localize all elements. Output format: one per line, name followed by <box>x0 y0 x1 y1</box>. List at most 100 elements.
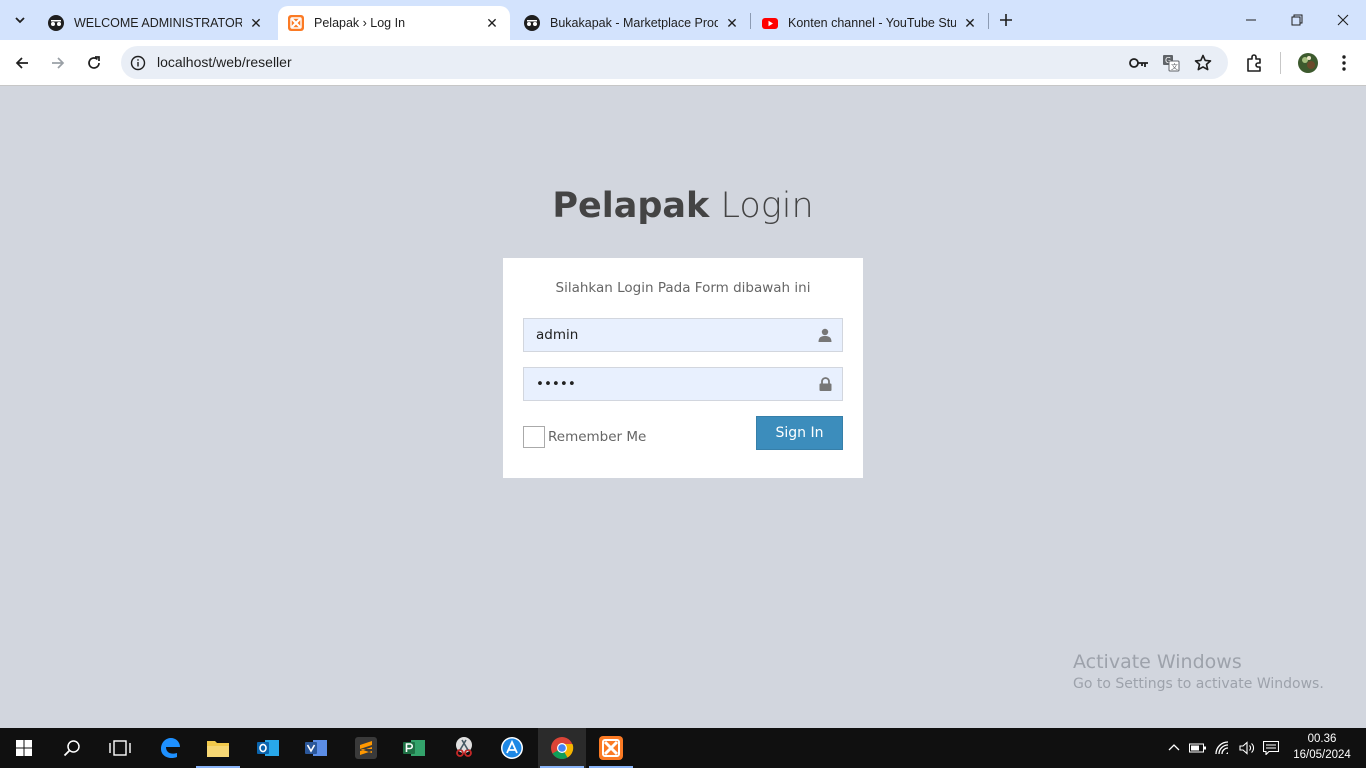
reload-icon <box>88 56 100 69</box>
new-tab-button[interactable] <box>994 8 1018 32</box>
url-text: localhost/web/reseller <box>157 54 292 70</box>
windows-logo-icon <box>16 740 32 756</box>
remember-me: Remember Me <box>523 426 646 448</box>
show-hidden-icons-button[interactable] <box>1164 728 1184 768</box>
restore-icon <box>1291 14 1303 26</box>
search-icon <box>63 740 80 757</box>
tab-title: Konten channel - YouTube Stud <box>788 16 956 30</box>
outlook-icon <box>257 740 279 756</box>
xampp-icon <box>288 15 304 31</box>
clock-time: 00.36 <box>1307 733 1337 745</box>
forward-button[interactable] <box>44 49 72 77</box>
app-store-icon <box>501 737 523 759</box>
watermark-line2: Go to Settings to activate Windows. <box>1073 676 1324 692</box>
profile-avatar[interactable] <box>1296 51 1320 75</box>
battery-tray-button[interactable] <box>1188 728 1208 768</box>
taskbar-outlook[interactable] <box>244 728 292 768</box>
folder-icon <box>207 741 229 757</box>
address-bar[interactable]: localhost/web/reseller G文 <box>121 46 1228 79</box>
taskbar-clock[interactable]: 00.36 16/05/2024 <box>1286 731 1358 763</box>
network-tray-button[interactable] <box>1212 728 1234 768</box>
arrow-left-icon <box>15 57 28 69</box>
plus-icon <box>1000 14 1012 26</box>
chevron-up-icon <box>1168 744 1180 751</box>
notification-icon <box>1263 741 1279 755</box>
taskbar-sublime-text[interactable] <box>342 728 390 768</box>
svg-text:文: 文 <box>1171 62 1178 71</box>
close-tab-icon[interactable]: ✕ <box>724 15 740 31</box>
taskbar-xampp[interactable] <box>587 728 635 768</box>
tab-search-button[interactable] <box>6 7 34 33</box>
more-menu-icon[interactable] <box>1332 51 1356 75</box>
spy-icon <box>48 15 64 31</box>
visio-icon <box>305 740 327 756</box>
tab-bukakapak[interactable]: Bukakapak - Marketplace Produ ✕ <box>514 6 750 40</box>
arrow-right-icon <box>52 57 65 69</box>
site-info-icon[interactable] <box>129 54 147 72</box>
username-input[interactable] <box>524 319 842 351</box>
sign-in-button[interactable]: Sign In <box>756 416 843 450</box>
username-field <box>523 318 843 352</box>
bookmark-star-icon[interactable] <box>1193 53 1213 73</box>
translate-icon[interactable]: G文 <box>1161 53 1181 73</box>
watermark-line1: Activate Windows <box>1073 651 1242 673</box>
speaker-icon <box>1239 741 1254 755</box>
key-icon[interactable] <box>1129 53 1149 73</box>
restore-button[interactable] <box>1274 0 1320 40</box>
close-icon <box>1337 14 1349 26</box>
taskbar-snipping-tool[interactable] <box>440 728 488 768</box>
tab-separator <box>750 13 751 29</box>
back-button[interactable] <box>8 49 36 77</box>
tab-pelapak-login[interactable]: Pelapak › Log In ✕ <box>278 6 510 40</box>
youtube-icon <box>762 15 778 31</box>
sublime-icon <box>355 737 377 759</box>
tab-title: Pelapak › Log In <box>314 16 406 30</box>
reload-button[interactable] <box>80 49 108 77</box>
lock-icon <box>818 377 832 391</box>
taskbar-file-explorer[interactable] <box>194 728 242 768</box>
task-view-icon <box>109 740 131 756</box>
browser-toolbar: localhost/web/reseller G文 <box>0 40 1366 86</box>
volume-tray-button[interactable] <box>1236 728 1258 768</box>
logo-light-text: Login <box>720 186 814 226</box>
wifi-icon <box>1215 741 1229 755</box>
close-tab-icon[interactable]: ✕ <box>248 15 264 31</box>
remember-me-checkbox[interactable] <box>523 426 545 448</box>
tab-title: WELCOME ADMINISTRATOR <box>74 16 242 30</box>
chevron-down-icon <box>15 17 25 24</box>
password-input[interactable] <box>524 368 842 400</box>
activate-windows-watermark: Activate Windows Go to Settings to activ… <box>1073 651 1324 692</box>
taskbar-chrome[interactable] <box>538 728 586 768</box>
tab-strip: WELCOME ADMINISTRATOR ✕ Pelapak › Log In… <box>0 0 1366 40</box>
project-icon <box>403 740 425 756</box>
login-logo: Pelapak Login <box>0 186 1366 226</box>
login-box: Silahkan Login Pada Form dibawah ini Rem… <box>503 258 863 478</box>
login-box-message: Silahkan Login Pada Form dibawah ini <box>555 280 811 296</box>
chrome-icon <box>551 737 574 759</box>
logo-bold-text: Pelapak <box>552 186 710 226</box>
xampp-icon <box>599 736 623 760</box>
remember-me-label: Remember Me <box>548 429 647 445</box>
taskbar-edge[interactable] <box>146 728 194 768</box>
spy-icon <box>524 15 540 31</box>
minimize-button[interactable] <box>1228 0 1274 40</box>
close-tab-icon[interactable]: ✕ <box>962 15 978 31</box>
taskbar-project[interactable] <box>390 728 438 768</box>
close-tab-icon[interactable]: ✕ <box>484 15 500 31</box>
close-window-button[interactable] <box>1320 0 1366 40</box>
tab-youtube-studio[interactable]: Konten channel - YouTube Stud ✕ <box>752 6 988 40</box>
taskbar-app-installer[interactable] <box>488 728 536 768</box>
snipping-tool-icon <box>456 737 472 757</box>
taskbar-visio[interactable] <box>292 728 340 768</box>
start-button[interactable] <box>0 728 48 768</box>
tab-welcome-administrator[interactable]: WELCOME ADMINISTRATOR ✕ <box>38 6 274 40</box>
task-view-button[interactable] <box>96 728 144 768</box>
tab-title: Bukakapak - Marketplace Produ <box>550 16 718 30</box>
tab-separator <box>988 13 989 29</box>
taskbar-search-button[interactable] <box>48 728 96 768</box>
toolbar-separator <box>1280 52 1281 74</box>
extensions-icon[interactable] <box>1242 51 1266 75</box>
clock-date: 16/05/2024 <box>1293 749 1351 761</box>
notification-button[interactable] <box>1260 728 1282 768</box>
edge-icon <box>161 738 180 759</box>
